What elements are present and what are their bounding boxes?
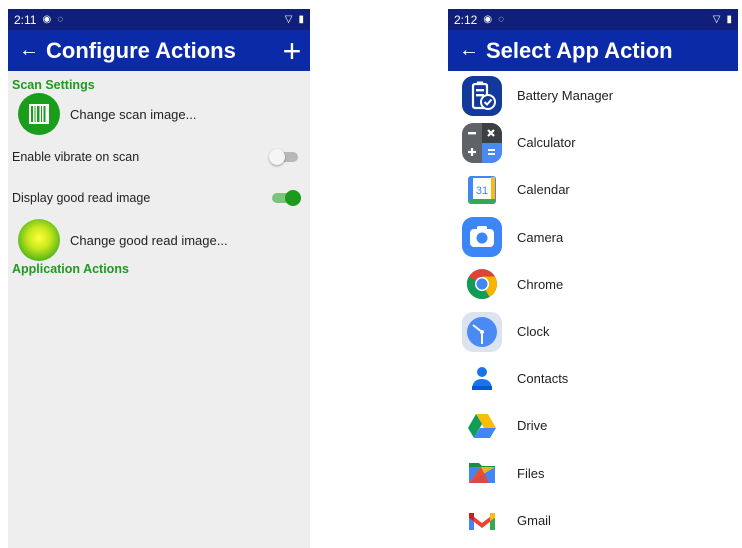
enable-vibrate-row[interactable]: Enable vibrate on scan	[8, 136, 310, 177]
battery-icon: ▮	[726, 14, 732, 25]
display-good-read-toggle[interactable]	[270, 189, 301, 206]
app-item-chrome[interactable]: Chrome	[448, 261, 738, 308]
app-label: Chrome	[517, 276, 564, 292]
status-time: 2:11	[14, 12, 37, 27]
app-label: Contacts	[517, 371, 569, 387]
status-bar: 2:11 ◉ ◌ ▽ ▮	[8, 9, 310, 30]
back-arrow-icon[interactable]: ←	[12, 39, 46, 62]
status-time: 2:12	[454, 12, 478, 27]
app-bar: ← Configure Actions +	[8, 30, 310, 71]
notification-icon: ◉	[483, 14, 493, 25]
app-label: Calculator	[517, 135, 576, 151]
app-item-contacts[interactable]: Contacts	[448, 355, 738, 402]
calendar-icon: 31	[461, 169, 503, 211]
enable-vibrate-label: Enable vibrate on scan	[12, 149, 140, 164]
select-app-action-screen: 2:12 ◉ ◌ ▽ ▮ ← Select App Action Battery…	[448, 9, 738, 548]
page-title: Configure Actions	[46, 37, 236, 63]
contacts-icon	[461, 358, 503, 400]
app-item-camera[interactable]: Camera	[448, 214, 738, 261]
gmail-icon	[461, 499, 503, 541]
drive-icon	[461, 405, 503, 447]
back-arrow-icon[interactable]: ←	[452, 39, 486, 62]
change-good-read-image-row[interactable]: Change good read image...	[8, 218, 310, 262]
notification-icon: ◉	[42, 14, 52, 25]
wifi-off-icon: ◌	[57, 14, 64, 25]
display-good-read-row[interactable]: Display good read image	[8, 177, 310, 218]
display-good-read-label: Display good read image	[12, 190, 151, 205]
barcode-icon	[18, 93, 60, 135]
app-label: Drive	[517, 418, 548, 434]
signal-icon: ▽	[284, 14, 293, 25]
battery-manager-icon	[461, 75, 503, 117]
application-actions-header: Application Actions	[12, 262, 129, 276]
battery-icon: ▮	[298, 14, 304, 25]
app-item-calendar[interactable]: 31 Calendar	[448, 166, 738, 213]
app-item-gmail[interactable]: Gmail	[448, 497, 738, 544]
app-label: Camera	[517, 229, 564, 245]
app-list: Battery Manager Calculator 31 Calendar C…	[448, 71, 738, 544]
configure-actions-screen: 2:11 ◉ ◌ ▽ ▮ ← Configure Actions + Scan …	[8, 9, 310, 548]
app-bar: ← Select App Action	[448, 30, 738, 71]
status-bar: 2:12 ◉ ◌ ▽ ▮	[448, 9, 738, 30]
app-item-clock[interactable]: Clock	[448, 308, 738, 355]
wifi-off-icon: ◌	[498, 14, 505, 25]
scan-settings-header: Scan Settings	[12, 78, 95, 92]
calculator-icon	[461, 122, 503, 164]
app-label: Calendar	[517, 182, 570, 198]
chrome-icon	[461, 263, 503, 305]
change-scan-image-label: Change scan image...	[70, 106, 197, 122]
files-icon	[461, 452, 503, 494]
camera-icon	[461, 216, 503, 258]
svg-text:31: 31	[476, 185, 488, 197]
app-label: Files	[517, 465, 545, 481]
page-title: Select App Action	[486, 37, 673, 63]
app-label: Battery Manager	[517, 88, 614, 104]
add-icon[interactable]: +	[274, 35, 310, 67]
app-item-calculator[interactable]: Calculator	[448, 119, 738, 166]
app-item-drive[interactable]: Drive	[448, 402, 738, 449]
app-label: Gmail	[517, 512, 551, 528]
change-scan-image-row[interactable]: Change scan image...	[8, 92, 310, 136]
signal-icon: ▽	[712, 14, 721, 25]
app-label: Clock	[517, 324, 550, 340]
good-read-image-icon	[18, 219, 60, 261]
app-item-files[interactable]: Files	[448, 450, 738, 497]
app-item-battery-manager[interactable]: Battery Manager	[448, 72, 738, 119]
change-good-read-image-label: Change good read image...	[70, 232, 228, 248]
clock-icon	[461, 311, 503, 353]
enable-vibrate-toggle[interactable]	[269, 148, 300, 165]
